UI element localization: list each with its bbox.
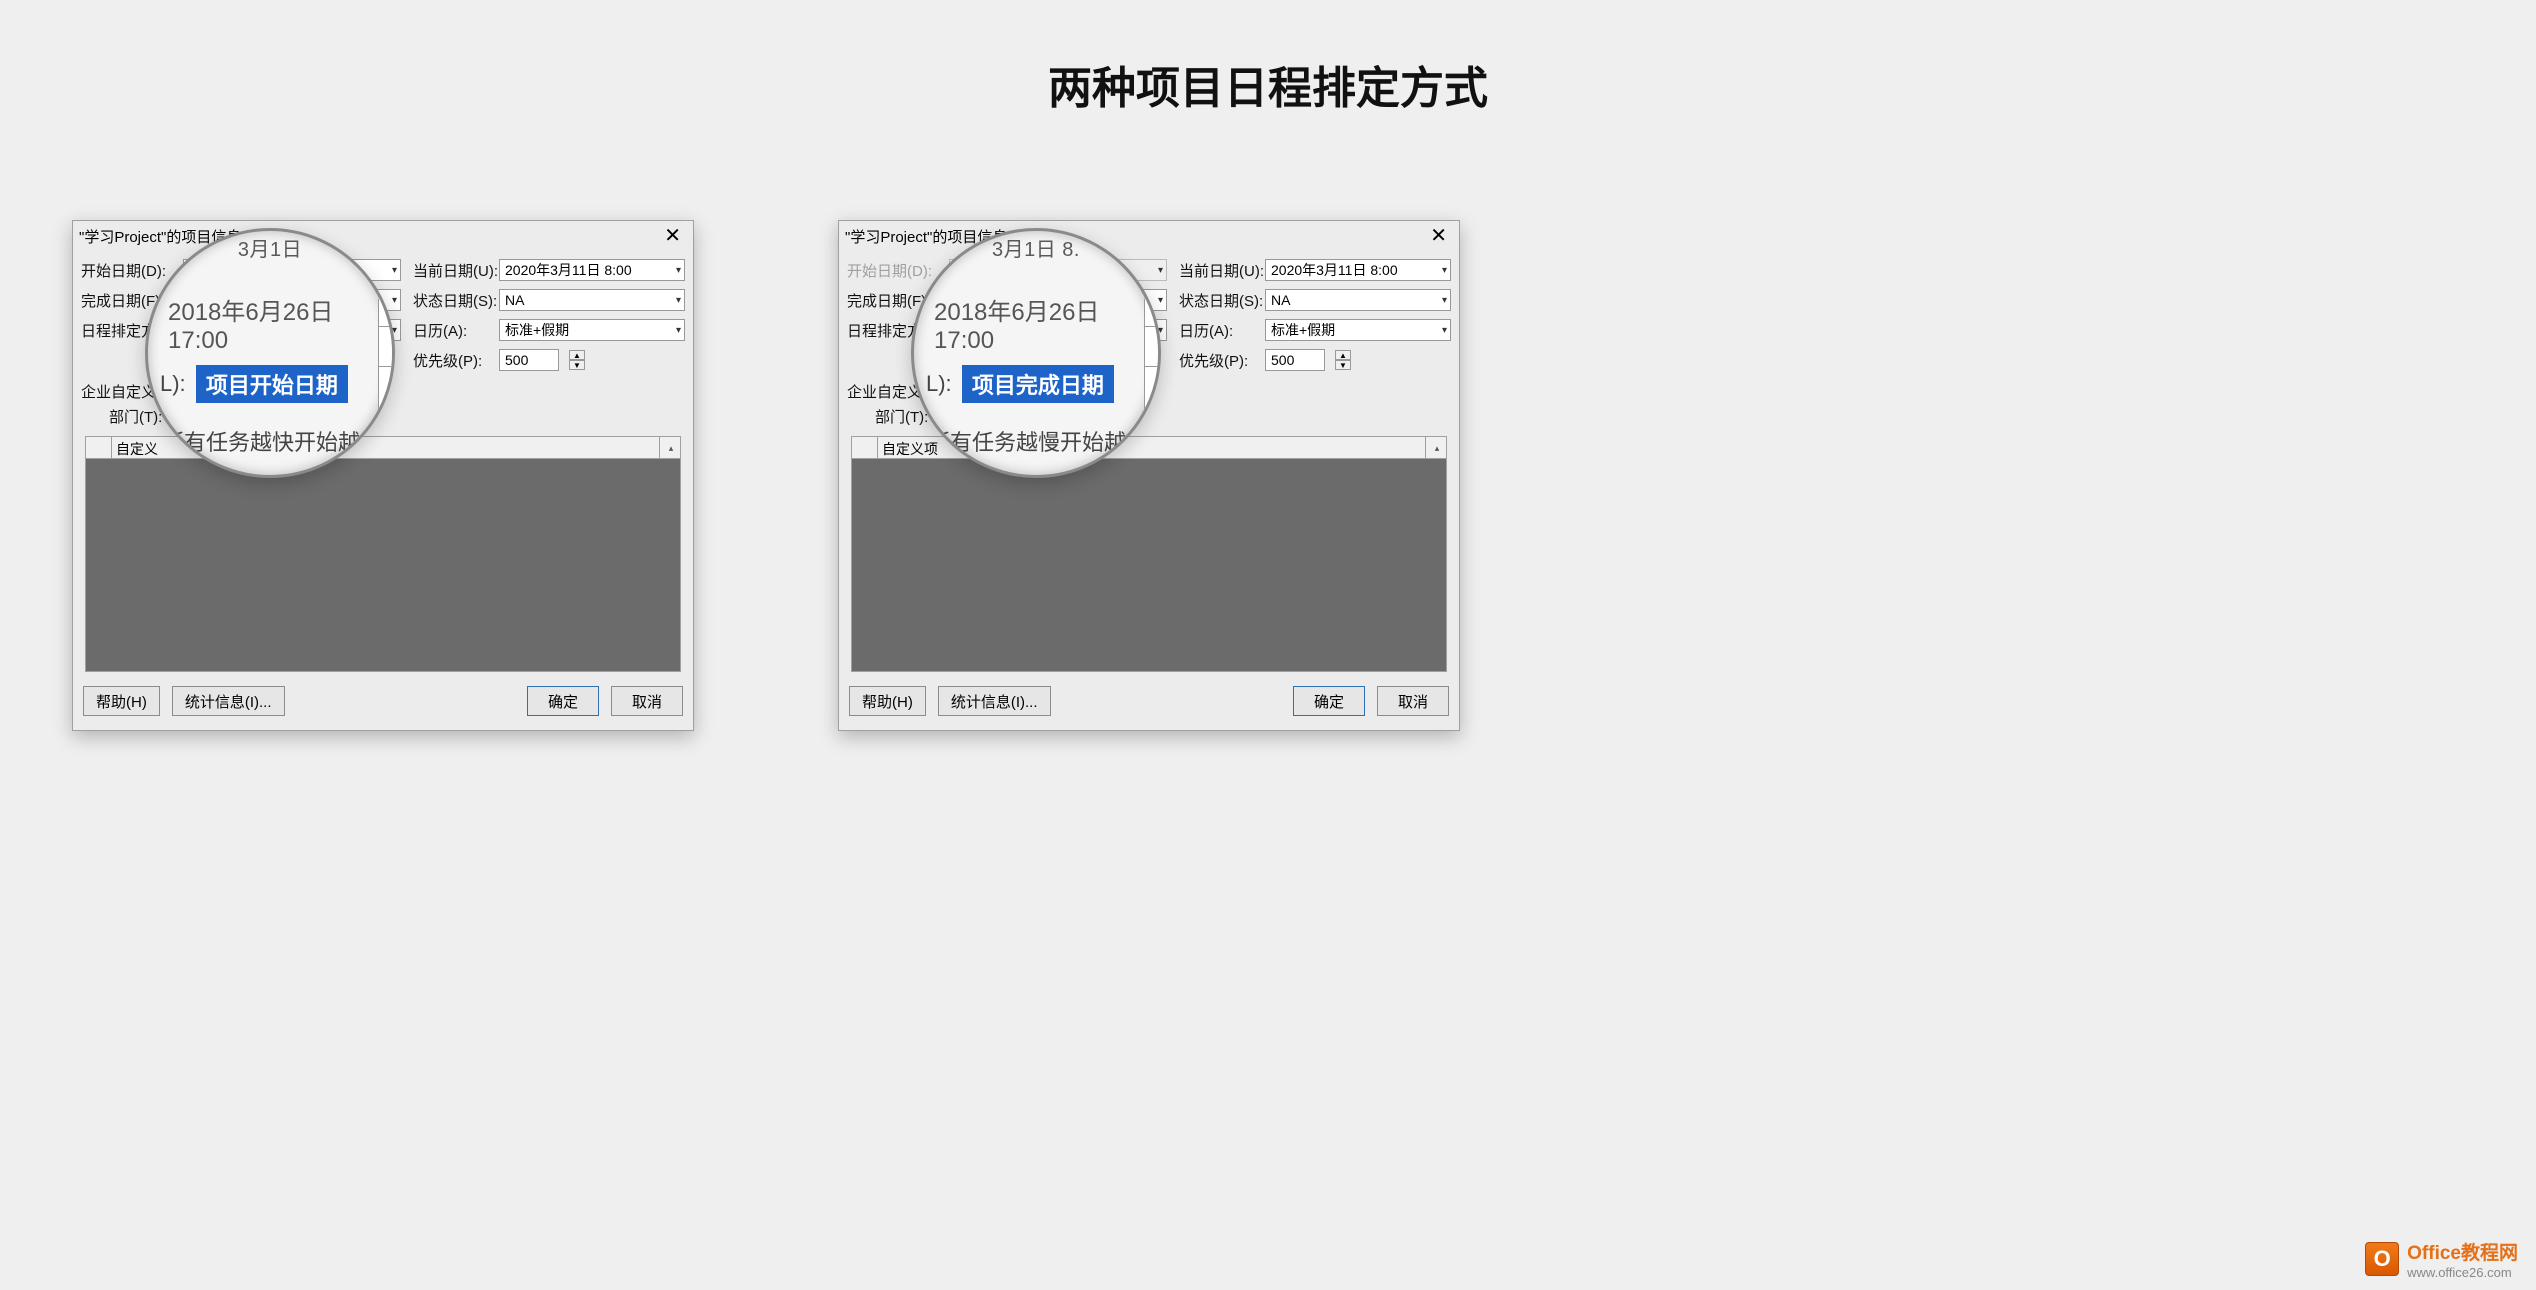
status-date-value: NA (1271, 292, 1290, 308)
current-date-combo[interactable]: 2020年3月11日 8:00 ▾ (1265, 259, 1451, 281)
calendar-combo[interactable]: 标准+假期 ▾ (1265, 319, 1451, 341)
lens-finish-date: 2018年6月26日 17:00 (160, 280, 380, 365)
spin-down-icon[interactable]: ▼ (1335, 360, 1351, 370)
lens-finish-date: 2018年6月26日 17:00 (926, 280, 1146, 365)
grid-body[interactable] (852, 459, 1446, 671)
chevron-down-icon: ▾ (392, 265, 397, 276)
enterprise-label: 企业自定义 (81, 381, 156, 402)
grid-body[interactable] (86, 459, 680, 671)
enterprise-label: 企业自定义 (847, 381, 922, 402)
status-date-combo[interactable]: NA ▾ (1265, 289, 1451, 311)
button-bar: 帮助(H) 统计信息(I)... 确定 取消 (73, 672, 693, 730)
titlebar: "学习Project"的项目信息 ✕ (839, 221, 1459, 251)
stats-button[interactable]: 统计信息(I)... (172, 686, 285, 716)
grid-header-blank (852, 437, 878, 458)
watermark-url: www.office26.com (2407, 1265, 2518, 1280)
chevron-down-icon: ▾ (676, 325, 681, 336)
chevron-down-icon: ▾ (676, 295, 681, 306)
page-title: 两种项目日程排定方式 (0, 0, 2536, 116)
ok-button[interactable]: 确定 (527, 686, 599, 716)
stats-button[interactable]: 统计信息(I)... (938, 686, 1051, 716)
watermark-brand: Office教程网 (2407, 1238, 2518, 1265)
start-date-label: 开始日期(D): (847, 260, 943, 281)
lens-selected-option[interactable]: 项目完成日期 (962, 365, 1114, 403)
status-date-label: 状态日期(S): (1179, 290, 1259, 311)
spin-buttons[interactable]: ▲▼ (569, 350, 585, 370)
current-date-value: 2020年3月11日 8:00 (1271, 260, 1398, 280)
status-date-label: 状态日期(S): (413, 290, 493, 311)
magnifier-left: 3月1日 2018年6月26日 17:00 L): 项目开始日期 所有任务越快开… (145, 228, 395, 478)
current-date-value: 2020年3月11日 8:00 (505, 260, 632, 280)
lens-L-label: L): (926, 371, 952, 397)
scroll-up-icon[interactable]: ▴ (1428, 437, 1446, 459)
status-date-value: NA (505, 292, 524, 308)
grid-header-blank (86, 437, 112, 458)
priority-value: 500 (505, 352, 528, 368)
current-date-label: 当前日期(U): (413, 260, 493, 281)
current-date-combo[interactable]: 2020年3月11日 8:00 ▾ (499, 259, 685, 281)
lens-combo-edge (378, 299, 392, 419)
spin-up-icon[interactable]: ▲ (569, 350, 585, 360)
custom-fields-grid: 自定义 ▴ (85, 436, 681, 672)
priority-stepper[interactable]: 500 (499, 349, 559, 371)
button-bar: 帮助(H) 统计信息(I)... 确定 取消 (839, 672, 1459, 730)
status-date-combo[interactable]: NA ▾ (499, 289, 685, 311)
department-label: 部门(T): (109, 406, 162, 427)
spin-buttons[interactable]: ▲▼ (1335, 350, 1351, 370)
watermark: O Office教程网 www.office26.com (2365, 1238, 2518, 1280)
chevron-down-icon: ▾ (1442, 325, 1447, 336)
lens-L-label: L): (160, 371, 186, 397)
grid-header: 自定义项 ▴ (852, 437, 1446, 459)
chevron-down-icon: ▾ (392, 295, 397, 306)
scroll-up-icon[interactable]: ▴ (662, 437, 680, 459)
department-label: 部门(T): (875, 406, 928, 427)
current-date-label: 当前日期(U): (1179, 260, 1259, 281)
priority-value: 500 (1271, 352, 1294, 368)
calendar-combo[interactable]: 标准+假期 ▾ (499, 319, 685, 341)
priority-stepper[interactable]: 500 (1265, 349, 1325, 371)
cancel-button[interactable]: 取消 (1377, 686, 1449, 716)
office-logo-icon: O (2365, 1242, 2399, 1276)
ok-button[interactable]: 确定 (1293, 686, 1365, 716)
start-date-label: 开始日期(D): (81, 260, 177, 281)
titlebar: "学习Project"的项目信息 ✕ (73, 221, 693, 251)
priority-label: 优先级(P): (413, 350, 493, 371)
spin-up-icon[interactable]: ▲ (1335, 350, 1351, 360)
chevron-down-icon: ▾ (1442, 295, 1447, 306)
magnifier-right: 3月1日 8. 2018年6月26日 17:00 L): 项目完成日期 所有任务… (911, 228, 1161, 478)
grid-header: 自定义 ▴ (86, 437, 680, 459)
close-icon[interactable]: ✕ (660, 226, 685, 246)
spin-down-icon[interactable]: ▼ (569, 360, 585, 370)
calendar-label: 日历(A): (1179, 320, 1259, 341)
help-button[interactable]: 帮助(H) (83, 686, 160, 716)
lens-combo-edge (1144, 299, 1158, 419)
cancel-button[interactable]: 取消 (611, 686, 683, 716)
chevron-down-icon: ▾ (1158, 265, 1163, 276)
chevron-down-icon: ▾ (1442, 265, 1447, 276)
lens-selected-option[interactable]: 项目开始日期 (196, 365, 348, 403)
close-icon[interactable]: ✕ (1426, 226, 1451, 246)
calendar-value: 标准+假期 (505, 320, 569, 340)
priority-label: 优先级(P): (1179, 350, 1259, 371)
chevron-down-icon: ▾ (676, 265, 681, 276)
chevron-down-icon: ▾ (1158, 295, 1163, 306)
custom-fields-grid: 自定义项 ▴ (851, 436, 1447, 672)
calendar-value: 标准+假期 (1271, 320, 1335, 340)
help-button[interactable]: 帮助(H) (849, 686, 926, 716)
calendar-label: 日历(A): (413, 320, 493, 341)
